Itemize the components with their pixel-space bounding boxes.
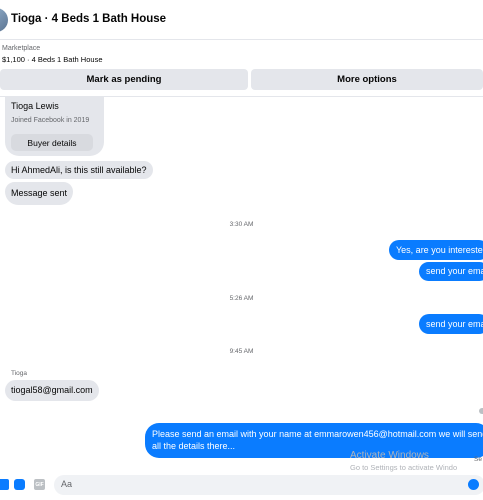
gif-icon[interactable]: GIF (34, 479, 45, 490)
message-incoming: Hi AhmedAli, is this still available? (5, 161, 153, 179)
listing-label: Marketplace (2, 45, 41, 52)
composer: GIF Aa (0, 474, 483, 496)
message-outgoing: send your ema (419, 314, 483, 334)
conversation-title[interactable]: Tioga · 4 Beds 1 Bath House (11, 13, 166, 25)
listing-info[interactable]: Marketplace $1,100 · 4 Beds 1 Bath House (2, 45, 103, 64)
message-line: all the details there... (152, 441, 236, 451)
sender-name: Tioga (11, 370, 28, 377)
message-outgoing: Yes, are you interested (389, 240, 483, 260)
seen-label: Se (474, 456, 482, 463)
message-outgoing: send your ema (419, 262, 483, 281)
listing-thumbnail[interactable] (0, 8, 8, 32)
buyer-card: Tioga Lewis Joined Facebook in 2019 Buye… (5, 96, 104, 156)
timestamp: 3:30 AM (229, 221, 254, 228)
mark-as-pending-button[interactable]: Mark as pending (0, 69, 248, 90)
emoji-icon[interactable] (468, 479, 479, 490)
conversation-header: Tioga · 4 Beds 1 Bath House (0, 0, 483, 40)
photo-icon[interactable] (0, 479, 9, 490)
buyer-joined: Joined Facebook in 2019 (11, 117, 90, 124)
timestamp: 9:45 AM (229, 348, 254, 355)
message-incoming: Message sent (5, 182, 74, 205)
timestamp: 5:26 AM (229, 295, 254, 302)
windows-watermark-title: Activate Windows (350, 450, 429, 461)
message-outgoing: Please send an email with your name at e… (145, 423, 483, 458)
more-options-button[interactable]: More options (251, 69, 483, 90)
message-line: Please send an email with your name at e… (152, 429, 483, 439)
message-input[interactable]: Aa (54, 475, 483, 495)
buyer-name: Tioga Lewis (11, 101, 59, 111)
buyer-details-button[interactable]: Buyer details (11, 134, 93, 151)
sticker-icon[interactable] (14, 479, 25, 490)
listing-price-title: $1,100 · 4 Beds 1 Bath House (2, 55, 103, 64)
read-receipt-avatar (479, 408, 483, 414)
message-incoming: tiogal58@gmail.com (5, 380, 99, 401)
windows-watermark-subtitle: Go to Settings to activate Windo (350, 463, 458, 472)
